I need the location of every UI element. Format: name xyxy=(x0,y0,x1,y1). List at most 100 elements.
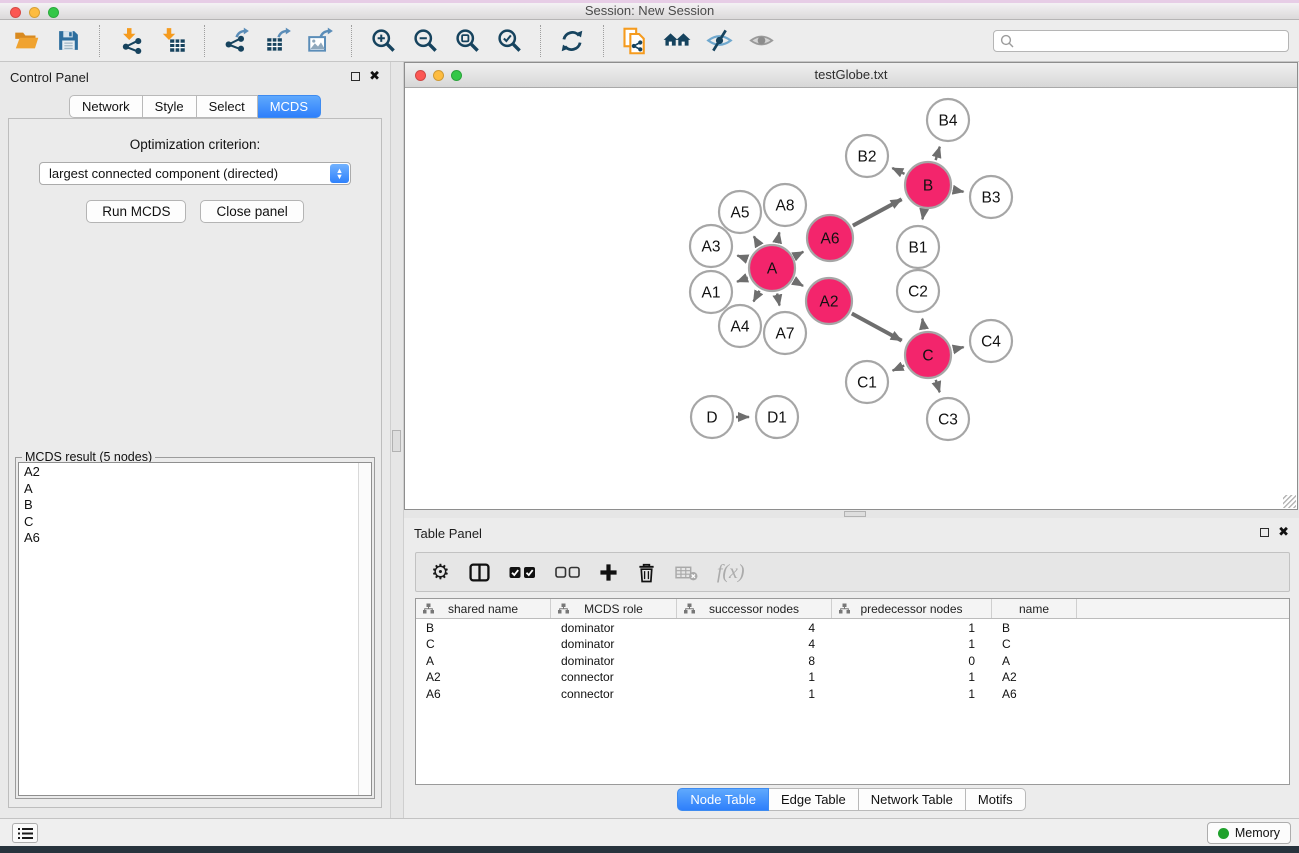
criterion-dropdown[interactable]: largest connected component (directed) ▲… xyxy=(39,162,351,185)
network-maximize-button[interactable] xyxy=(451,70,462,81)
graph-edge-A-A4[interactable] xyxy=(754,291,760,302)
graph-node-C3[interactable]: C3 xyxy=(927,398,969,440)
graph-node-C1[interactable]: C1 xyxy=(846,361,888,403)
graph-node-C4[interactable]: C4 xyxy=(970,320,1012,362)
tab-edge-table[interactable]: Edge Table xyxy=(769,788,859,811)
graph-node-D1[interactable]: D1 xyxy=(756,396,798,438)
mcds-result-item[interactable]: A6 xyxy=(24,530,371,547)
horizontal-splitter[interactable] xyxy=(404,510,1299,518)
table-cell[interactable]: A xyxy=(992,652,1077,669)
network-window-titlebar[interactable]: testGlobe.txt xyxy=(405,63,1297,88)
column-header-successor-nodes[interactable]: successor nodes xyxy=(677,599,832,618)
memory-button[interactable]: Memory xyxy=(1207,822,1291,844)
graph-edge-A-A7[interactable] xyxy=(777,293,779,305)
search-input[interactable] xyxy=(993,30,1289,52)
refresh-layout-button[interactable] xyxy=(556,25,588,57)
graph-edge-C-C2[interactable] xyxy=(922,319,924,330)
open-session-button[interactable] xyxy=(10,25,42,57)
new-network-from-selection-button[interactable] xyxy=(619,25,651,57)
table-cell[interactable]: 1 xyxy=(832,636,992,653)
graph-node-A8[interactable]: A8 xyxy=(764,184,806,226)
table-row[interactable]: A2connector11A2 xyxy=(416,669,1289,686)
table-cell[interactable]: connector xyxy=(551,685,677,702)
tab-mcds[interactable]: MCDS xyxy=(258,95,321,118)
graph-node-A6[interactable]: A6 xyxy=(807,215,853,261)
hide-panels-button[interactable] xyxy=(703,25,735,57)
float-panel-icon[interactable] xyxy=(351,72,360,81)
table-cell[interactable]: 1 xyxy=(832,669,992,686)
table-cell[interactable]: 1 xyxy=(832,685,992,702)
graph-edge-C-C4[interactable] xyxy=(953,347,963,349)
task-history-button[interactable] xyxy=(12,823,38,843)
table-cell[interactable]: A6 xyxy=(992,685,1077,702)
export-table-button[interactable] xyxy=(262,25,294,57)
splitter-handle[interactable] xyxy=(392,430,401,452)
network-graph[interactable]: B4B2BB3A8A5A6A3B1AC2A1A2A4A7C4CC1C3DD1 xyxy=(405,88,1297,509)
graph-edge-A-A3[interactable] xyxy=(737,255,747,259)
column-header-name[interactable]: name xyxy=(992,599,1077,618)
result-scrollbar[interactable] xyxy=(358,463,371,795)
delete-column-button[interactable] xyxy=(637,562,656,583)
tab-select[interactable]: Select xyxy=(197,95,258,118)
function-builder-button-disabled[interactable]: f(x) xyxy=(717,561,745,584)
graph-edge-C-C3[interactable] xyxy=(936,380,940,392)
import-table-button[interactable] xyxy=(157,25,189,57)
table-row[interactable]: A6connector11A6 xyxy=(416,685,1289,702)
column-header-predecessor-nodes[interactable]: predecessor nodes xyxy=(832,599,992,618)
graph-node-A5[interactable]: A5 xyxy=(719,191,761,233)
table-settings-button[interactable]: ⚙ xyxy=(431,562,450,583)
export-network-button[interactable] xyxy=(220,25,252,57)
table-cell[interactable]: 1 xyxy=(832,619,992,636)
graph-node-A7[interactable]: A7 xyxy=(764,312,806,354)
graph-edge-B-B1[interactable] xyxy=(922,211,923,220)
float-panel-icon[interactable] xyxy=(1260,528,1269,537)
column-header-MCDS-role[interactable]: MCDS role xyxy=(551,599,677,618)
graph-edge-A-A6[interactable] xyxy=(795,252,803,256)
mcds-result-item[interactable]: A xyxy=(24,481,371,498)
import-network-button[interactable] xyxy=(115,25,147,57)
table-cell[interactable]: C xyxy=(416,636,551,653)
table-cell[interactable]: B xyxy=(992,619,1077,636)
table-cell[interactable]: connector xyxy=(551,669,677,686)
graph-node-D[interactable]: D xyxy=(691,396,733,438)
mcds-result-item[interactable]: B xyxy=(24,497,371,514)
graph-node-A1[interactable]: A1 xyxy=(690,271,732,313)
mcds-result-item[interactable]: A2 xyxy=(24,464,371,481)
table-cell[interactable]: 1 xyxy=(677,669,832,686)
deselect-all-columns-button[interactable] xyxy=(555,566,580,579)
table-row[interactable]: Cdominator41C xyxy=(416,636,1289,653)
graph-edge-A-A1[interactable] xyxy=(737,278,748,282)
table-cell[interactable]: 1 xyxy=(677,685,832,702)
network-view[interactable]: B4B2BB3A8A5A6A3B1AC2A1A2A4A7C4CC1C3DD1 xyxy=(405,88,1297,509)
save-session-button[interactable] xyxy=(52,25,84,57)
splitter-handle[interactable] xyxy=(844,511,866,517)
zoom-selected-button[interactable] xyxy=(493,25,525,57)
table-cell[interactable]: B xyxy=(416,619,551,636)
graph-node-C2[interactable]: C2 xyxy=(897,270,939,312)
table-cell[interactable]: A2 xyxy=(992,669,1077,686)
graph-node-A[interactable]: A xyxy=(749,245,795,291)
table-cell[interactable]: 4 xyxy=(677,636,832,653)
network-close-button[interactable] xyxy=(415,70,426,81)
graph-edge-B-B3[interactable] xyxy=(954,190,964,192)
tab-node-table[interactable]: Node Table xyxy=(677,788,769,811)
zoom-out-button[interactable] xyxy=(409,25,441,57)
graph-node-B3[interactable]: B3 xyxy=(970,176,1012,218)
close-panel-button[interactable]: Close panel xyxy=(200,200,303,223)
table-cell[interactable]: A2 xyxy=(416,669,551,686)
table-cell[interactable]: 0 xyxy=(832,652,992,669)
graph-node-A2[interactable]: A2 xyxy=(806,278,852,324)
table-cell[interactable]: A6 xyxy=(416,685,551,702)
maximize-window-button[interactable] xyxy=(48,7,59,18)
graph-edge-A2-C[interactable] xyxy=(852,313,902,340)
graph-node-A3[interactable]: A3 xyxy=(690,225,732,267)
table-row[interactable]: Bdominator41B xyxy=(416,619,1289,636)
graph-node-B2[interactable]: B2 xyxy=(846,135,888,177)
network-minimize-button[interactable] xyxy=(433,70,444,81)
close-panel-icon[interactable]: ✖ xyxy=(1278,527,1289,537)
export-image-button[interactable] xyxy=(304,25,336,57)
column-header-shared-name[interactable]: shared name xyxy=(416,599,551,618)
graph-node-B1[interactable]: B1 xyxy=(897,226,939,268)
select-all-columns-button[interactable] xyxy=(509,565,536,580)
zoom-in-button[interactable] xyxy=(367,25,399,57)
